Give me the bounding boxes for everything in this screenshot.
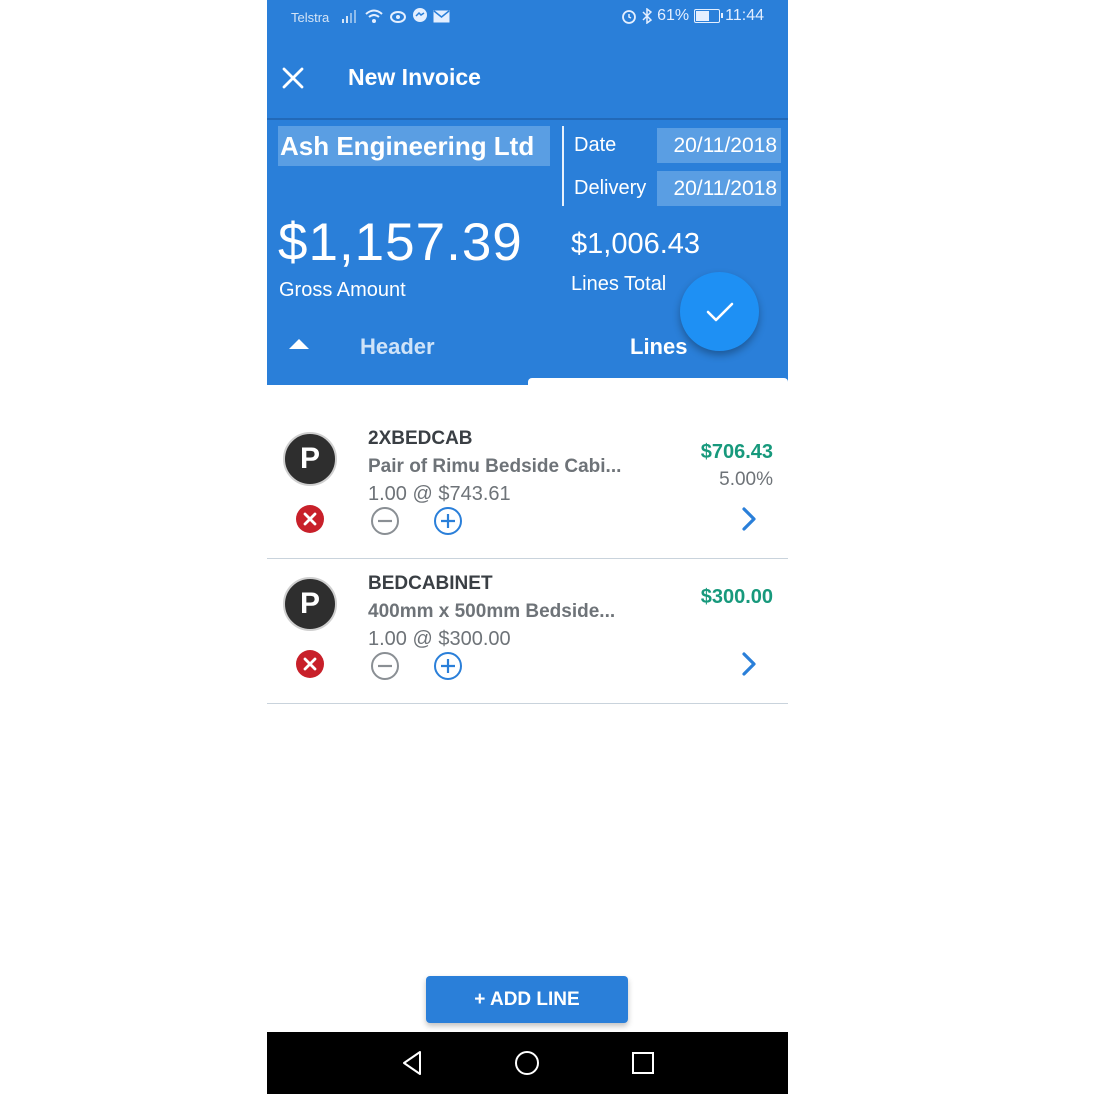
add-line-button[interactable]: + ADD LINE xyxy=(426,976,628,1023)
invoice-line[interactable]: P BEDCABINET 400mm x 500mm Bedside... 1.… xyxy=(267,558,788,704)
mail-icon xyxy=(433,9,450,22)
date-label: Date xyxy=(574,134,617,156)
header-divider xyxy=(562,126,564,206)
save-invoice-button[interactable] xyxy=(680,272,759,351)
product-type-avatar: P xyxy=(283,577,337,631)
alarm-icon xyxy=(622,10,637,24)
home-circle-icon xyxy=(515,1051,539,1075)
page-title: New Invoice xyxy=(348,64,481,90)
tab-header[interactable]: Header xyxy=(360,334,435,360)
line-quantity-price: 1.00 @ $300.00 xyxy=(368,628,511,650)
system-navigation-bar xyxy=(267,1032,788,1094)
status-bar: Telstra 61% 11:44 xyxy=(267,0,788,34)
customer-field[interactable]: Ash Engineering Ltd xyxy=(278,126,550,166)
plus-circle-icon xyxy=(434,507,462,535)
battery-icon xyxy=(694,9,724,23)
caret-up-icon xyxy=(289,339,309,349)
delete-icon xyxy=(296,650,324,678)
date-field[interactable]: 20/11/2018 xyxy=(657,128,781,163)
active-tab-indicator xyxy=(528,378,788,385)
chevron-right-icon xyxy=(742,507,756,531)
decrease-quantity-button[interactable] xyxy=(369,650,401,682)
gross-amount-label: Gross Amount xyxy=(279,279,406,301)
messenger-icon xyxy=(413,8,427,22)
delivery-date-field[interactable]: 20/11/2018 xyxy=(657,171,781,206)
gross-amount-value: $1,157.39 xyxy=(278,213,523,272)
lines-total-label: Lines Total xyxy=(571,273,667,295)
wifi-icon xyxy=(365,9,383,23)
phone-screen: Telstra 61% 11:44 New Invoice Ash Engine… xyxy=(267,0,788,1094)
line-amount: $706.43 xyxy=(700,441,773,463)
battery-percent: 61% xyxy=(657,7,690,24)
open-line-button[interactable] xyxy=(733,648,765,680)
back-triangle-icon xyxy=(403,1051,421,1075)
carrier-name: Telstra xyxy=(291,10,330,25)
delete-line-button[interactable] xyxy=(294,503,326,535)
notification-icons xyxy=(341,8,450,24)
delete-icon xyxy=(296,505,324,533)
chevron-right-icon xyxy=(742,652,756,676)
tab-lines[interactable]: Lines xyxy=(630,334,687,360)
plus-circle-icon xyxy=(434,652,462,680)
increase-quantity-button[interactable] xyxy=(432,505,464,537)
bluetooth-icon xyxy=(642,8,653,24)
line-quantity-price: 1.00 @ $743.61 xyxy=(368,483,511,505)
appbar-divider xyxy=(267,118,788,120)
minus-circle-icon xyxy=(371,652,399,680)
lines-total-value: $1,006.43 xyxy=(571,228,701,260)
invoice-line[interactable]: P 2XBEDCAB Pair of Rimu Bedside Cabi... … xyxy=(267,413,788,559)
collapse-header-button[interactable] xyxy=(287,336,311,356)
line-description: Pair of Rimu Bedside Cabi... xyxy=(368,456,622,477)
close-button[interactable] xyxy=(277,62,309,94)
close-icon xyxy=(282,67,304,89)
home-button[interactable] xyxy=(512,1048,542,1078)
line-discount: 5.00% xyxy=(719,469,773,490)
line-product-code: BEDCABINET xyxy=(368,573,493,594)
signal-icon xyxy=(342,10,356,23)
eye-icon xyxy=(390,11,406,23)
product-type-avatar: P xyxy=(283,432,337,486)
recents-square-icon xyxy=(632,1052,654,1074)
line-amount: $300.00 xyxy=(700,586,773,608)
line-product-code: 2XBEDCAB xyxy=(368,428,473,449)
decrease-quantity-button[interactable] xyxy=(369,505,401,537)
back-button[interactable] xyxy=(397,1048,427,1078)
clock: 11:44 xyxy=(725,7,764,24)
open-line-button[interactable] xyxy=(733,503,765,535)
delete-line-button[interactable] xyxy=(294,648,326,680)
line-description: 400mm x 500mm Bedside... xyxy=(368,601,616,622)
minus-circle-icon xyxy=(371,507,399,535)
system-status: 61% 11:44 xyxy=(621,7,764,25)
increase-quantity-button[interactable] xyxy=(432,650,464,682)
delivery-label: Delivery xyxy=(574,177,647,199)
recents-button[interactable] xyxy=(628,1048,658,1078)
check-icon xyxy=(706,302,733,321)
